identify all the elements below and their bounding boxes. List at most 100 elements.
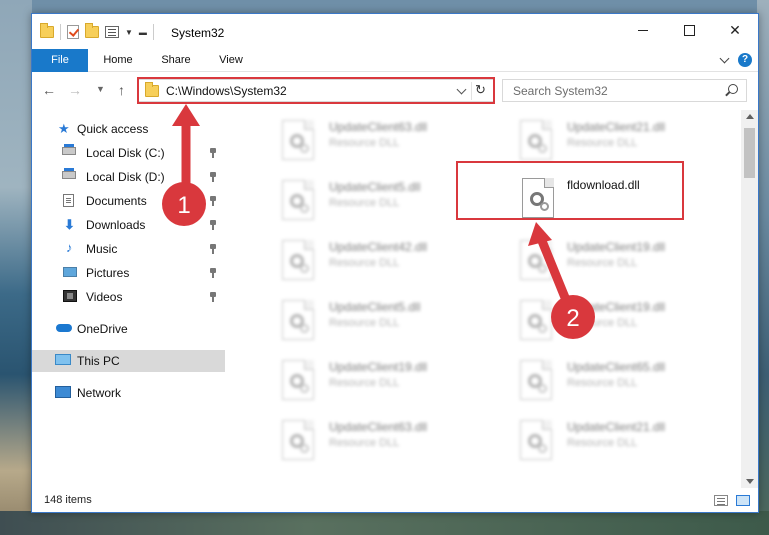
pin-icon[interactable]	[209, 292, 217, 302]
maximize-button[interactable]	[666, 14, 712, 46]
drive-icon	[62, 144, 76, 155]
file-name: UpdateClient19.dll	[567, 300, 666, 314]
file-tile[interactable]: UpdateClient19.dll Resource DLL	[500, 294, 720, 346]
search-icon[interactable]	[728, 84, 738, 94]
pin-icon[interactable]	[209, 268, 217, 278]
onedrive-icon	[56, 324, 72, 332]
minimize-button[interactable]	[620, 14, 666, 46]
vertical-scrollbar[interactable]	[741, 110, 758, 488]
file-type: Resource DLL	[329, 197, 400, 209]
dll-file-icon	[520, 360, 552, 400]
sidebar-item-label: Local Disk (C:)	[86, 146, 165, 160]
dll-file-icon	[520, 120, 552, 160]
file-highlight	[456, 161, 684, 220]
search-box[interactable]: Search System32	[502, 79, 747, 102]
search-input[interactable]: Search System32	[513, 84, 608, 98]
folder-icon	[40, 23, 54, 38]
sidebar-item-label: Quick access	[77, 122, 149, 136]
forward-arrow-icon[interactable]: →	[68, 82, 82, 98]
file-name: UpdateClient65.dll	[567, 360, 666, 374]
star-icon: ★	[58, 121, 70, 136]
file-explorer-window: ▼ ▬ System32 ✕ File Home Share View ? ← …	[31, 13, 759, 513]
chevron-down-icon[interactable]: ▼	[125, 28, 133, 37]
download-icon: ⬇	[64, 217, 75, 232]
dll-file-icon	[520, 240, 552, 280]
file-tile[interactable]: UpdateClient65.dll Resource DLL	[500, 354, 720, 406]
file-tile[interactable]: UpdateClient63.dll Resource DLL	[262, 414, 482, 466]
file-name: UpdateClient42.dll	[329, 240, 428, 254]
customize-toolbar-icon[interactable]: ▬	[139, 28, 147, 37]
back-arrow-icon[interactable]: ←	[42, 82, 56, 98]
file-type: Resource DLL	[329, 437, 400, 449]
file-type: Resource DLL	[567, 257, 638, 269]
file-type: Resource DLL	[567, 437, 638, 449]
scrollbar-thumb[interactable]	[744, 128, 755, 178]
file-type: Resource DLL	[329, 257, 400, 269]
pin-icon[interactable]	[209, 244, 217, 254]
expand-ribbon-icon[interactable]	[719, 53, 730, 64]
pin-icon[interactable]	[209, 196, 217, 206]
dll-file-icon	[282, 180, 314, 220]
sidebar-item-label: Local Disk (D:)	[86, 170, 165, 184]
window-title: System32	[171, 26, 225, 40]
sidebar-item-local-disk-c[interactable]: Local Disk (C:)	[32, 142, 225, 164]
quick-access-toolbar: ▼ ▬	[40, 23, 154, 40]
file-type: Resource DLL	[567, 377, 638, 389]
pin-icon[interactable]	[209, 172, 217, 182]
drive-icon	[62, 168, 76, 179]
sidebar-item-onedrive[interactable]: OneDrive	[32, 318, 225, 340]
dll-file-icon	[282, 420, 314, 460]
sidebar-item-downloads[interactable]: ⬇ Downloads	[32, 214, 225, 236]
file-tile[interactable]: UpdateClient5.dll Resource DLL	[262, 294, 482, 346]
file-tile[interactable]: UpdateClient21.dll Resource DLL	[500, 414, 720, 466]
new-folder-icon[interactable]	[85, 23, 99, 38]
documents-icon	[63, 194, 74, 207]
help-icon[interactable]: ?	[738, 53, 752, 67]
sidebar-item-music[interactable]: ♪ Music	[32, 238, 225, 260]
file-tile[interactable]: UpdateClient42.dll Resource DLL	[262, 234, 482, 286]
file-tile[interactable]: UpdateClient5.dll Resource DLL	[262, 174, 482, 226]
sidebar-item-network[interactable]: Network	[32, 382, 225, 404]
pin-icon[interactable]	[209, 148, 217, 158]
tab-share[interactable]: Share	[156, 49, 196, 72]
sidebar-item-label: Downloads	[86, 218, 146, 232]
sidebar-item-videos[interactable]: Videos	[32, 286, 225, 308]
sidebar-item-this-pc[interactable]: This PC	[32, 350, 225, 372]
sidebar-item-documents[interactable]: Documents	[32, 190, 225, 212]
sidebar-item-label: Pictures	[86, 266, 130, 280]
tab-home[interactable]: Home	[98, 49, 138, 72]
title-bar: ▼ ▬ System32 ✕	[32, 14, 758, 49]
desktop-background-left	[0, 0, 32, 535]
large-icons-view-icon[interactable]	[736, 495, 750, 506]
file-tile[interactable]: UpdateClient19.dll Resource DLL	[262, 354, 482, 406]
properties-check-icon[interactable]	[67, 25, 79, 39]
file-tile[interactable]: UpdateClient63.dll Resource DLL	[262, 114, 482, 166]
navigation-pane: ★ Quick access Local Disk (C:) Local Dis…	[32, 114, 225, 484]
file-name: UpdateClient21.dll	[567, 420, 666, 434]
file-type: Resource DLL	[329, 317, 400, 329]
scroll-down-icon[interactable]	[746, 479, 754, 484]
up-arrow-icon[interactable]: ↑	[118, 82, 125, 98]
file-type: Resource DLL	[567, 137, 638, 149]
recent-locations-icon[interactable]: ▼	[96, 84, 105, 94]
sidebar-item-local-disk-d[interactable]: Local Disk (D:)	[32, 166, 225, 188]
pin-icon[interactable]	[209, 220, 217, 230]
details-view-icon[interactable]	[714, 495, 728, 506]
sidebar-item-pictures[interactable]: Pictures	[32, 262, 225, 284]
file-name: UpdateClient63.dll	[329, 420, 428, 434]
close-button[interactable]: ✕	[712, 14, 758, 46]
sidebar-item-quick-access[interactable]: ★ Quick access	[32, 118, 225, 140]
file-name: UpdateClient21.dll	[567, 120, 666, 134]
dll-file-icon	[282, 300, 314, 340]
file-tile[interactable]: UpdateClient21.dll Resource DLL	[500, 114, 720, 166]
status-bar: 148 items	[32, 490, 758, 512]
dll-file-icon	[282, 360, 314, 400]
tab-file[interactable]: File	[32, 49, 88, 72]
scroll-up-icon[interactable]	[746, 114, 754, 119]
file-name: UpdateClient19.dll	[329, 360, 428, 374]
tab-view[interactable]: View	[212, 49, 250, 72]
file-tile[interactable]: UpdateClient19.dll Resource DLL	[500, 234, 720, 286]
dll-file-icon	[520, 300, 552, 340]
file-name: UpdateClient19.dll	[567, 240, 666, 254]
properties-icon[interactable]	[105, 26, 119, 38]
